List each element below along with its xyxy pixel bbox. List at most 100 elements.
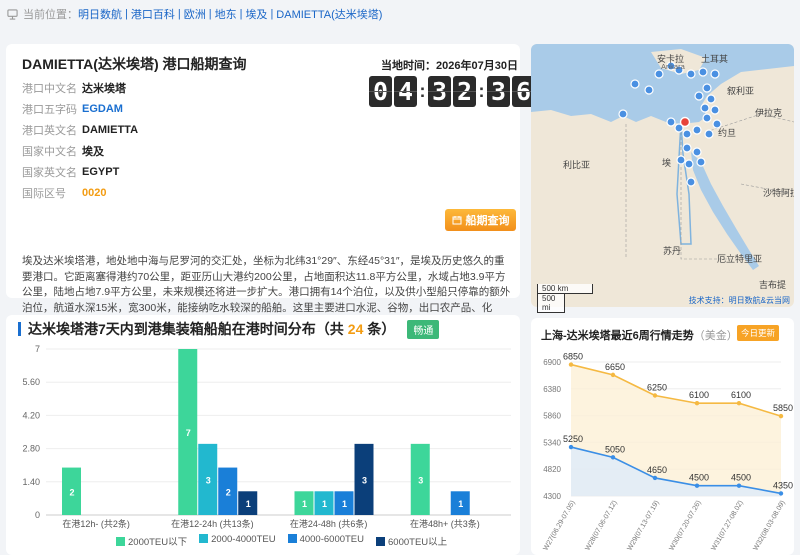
x-tick-label: W28(07.06-07.12)	[584, 500, 618, 552]
data-point	[568, 362, 574, 367]
field-cn-name: 港口中文名 达米埃塔	[22, 83, 126, 95]
y-tick-label: 1.40	[22, 477, 40, 487]
data-point	[694, 483, 700, 488]
data-point	[610, 455, 616, 460]
bar-value-label: 3	[418, 475, 423, 485]
breadcrumb-home[interactable]: 明日数航	[78, 6, 122, 22]
y-tick-label: 2.80	[22, 444, 40, 454]
x-tick-label: 在港48h+ (共3条)	[410, 518, 480, 529]
bar-value-label: 7	[186, 428, 191, 438]
data-point	[694, 401, 700, 406]
x-tick-label: W32(08.03-08.09)	[752, 500, 786, 552]
x-tick-label: W30(07.20-07.26)	[668, 500, 702, 552]
bar-value-label: 3	[206, 475, 211, 485]
data-label: 4500	[689, 473, 709, 483]
data-point	[568, 444, 574, 450]
bar-value-label: 1	[322, 499, 327, 509]
map-label: 埃	[662, 158, 672, 168]
map-label: 厄立特里亚	[717, 254, 763, 264]
bar-value-label: 1	[458, 499, 463, 509]
x-tick-label: W31(07.27-08.02)	[710, 500, 744, 552]
chart-legend: 2000TEU以下 2000-4000TEU 4000-6000TEU 6000…	[116, 534, 447, 548]
schedule-query-button[interactable]: 船期查询	[445, 209, 516, 231]
breadcrumb-europe[interactable]: 欧洲	[184, 6, 206, 22]
data-point	[736, 483, 742, 488]
bar-value-label: 2	[69, 487, 74, 497]
data-label: 5850	[773, 403, 793, 413]
x-tick-label: 在港12-24h (共13条)	[171, 518, 254, 529]
legend-item[interactable]: 6000TEU以上	[376, 534, 447, 548]
bar-value-label: 2	[226, 487, 231, 497]
location-icon	[7, 8, 18, 20]
bar-value-label: 1	[302, 499, 307, 509]
x-tick-label: W29(07.13-07.19)	[626, 500, 660, 552]
breadcrumb-current[interactable]: DAMIETTA(达米埃塔)	[276, 6, 382, 22]
map-label: 利比亚	[563, 160, 591, 170]
local-clock: 0 4 : 3 2 : 3 6	[368, 76, 536, 107]
map-canvas[interactable]	[531, 44, 794, 307]
map-label: 土耳其	[701, 54, 729, 64]
x-tick-label: 在港24-48h (共6条)	[290, 518, 368, 529]
field-port-code: 港口五字码 EGDAM	[22, 103, 123, 116]
map-scale-mi: 500 mi	[537, 294, 565, 313]
map-credit: 技术支持：明日数航&云当网	[688, 296, 790, 305]
legend-item[interactable]: 2000-4000TEU	[199, 534, 276, 548]
port-marker-damietta[interactable]	[679, 116, 691, 128]
clock-digit: 0	[369, 76, 392, 107]
trend-chart: 4300 4820 5340 5860 6380 69006850 6650 6250 6100…	[542, 352, 793, 552]
clock-digit: 2	[453, 76, 476, 107]
data-point	[610, 372, 616, 378]
y-tick-label: 4820	[543, 465, 561, 474]
map-label: 吉布提	[759, 280, 787, 290]
data-point	[778, 413, 784, 419]
clock-digit: 3	[487, 76, 510, 107]
y-tick-label: 4300	[543, 492, 561, 501]
data-label: 5250	[563, 434, 583, 444]
map-label: 苏丹	[663, 246, 682, 256]
data-label: 6100	[731, 390, 751, 400]
rate-trend-card: 上海-达米埃塔最近6周行情走势（美金） 今日更新 4300 4820 5340 586…	[531, 318, 794, 555]
data-label: 6850	[563, 352, 583, 362]
bar-chart: 0 1.40 2.80 4.20 5.60 7 2 在港12h- (共2条) 7 3 2 1 在港12-…	[22, 344, 511, 529]
field-dial-code: 国际区号 0020	[22, 187, 107, 200]
clock-digit: 4	[394, 76, 417, 107]
bar-value-label: 3	[362, 475, 367, 485]
data-label: 5050	[605, 444, 625, 454]
berth-time-chart-card: 达米埃塔港7天内到港集装箱船舶在港时间分布（共 24 条） 畅通 0 1.40 2.…	[6, 315, 520, 555]
y-tick-label: 5860	[543, 412, 561, 421]
clock-digit: 3	[428, 76, 451, 107]
breadcrumb-prefix: 当前位置：	[23, 9, 78, 21]
legend-item[interactable]: 2000TEU以下	[116, 534, 187, 548]
field-country-cn: 国家中文名 埃及	[22, 146, 104, 158]
page-title: DAMIETTA(达米埃塔) 港口船期查询	[22, 56, 247, 72]
bar-value-label: 1	[246, 499, 251, 509]
y-tick-label: 0	[35, 510, 40, 520]
data-label: 6100	[689, 390, 709, 400]
map-label: 沙特阿拉	[763, 188, 794, 198]
data-point	[652, 393, 658, 398]
map-label: 约旦	[718, 128, 737, 138]
field-en-name: 港口英文名 DAMIETTA	[22, 124, 139, 137]
y-tick-label: 6380	[543, 385, 561, 394]
data-label: 4500	[731, 473, 751, 483]
calendar-icon	[452, 216, 461, 225]
breadcrumb-region[interactable]: 地东	[215, 6, 237, 22]
map-label: 叙利亚	[727, 86, 755, 96]
x-tick-label: 在港12h- (共2条)	[62, 518, 130, 529]
port-map[interactable]: 土耳其 Ankara 安卡拉 叙利亚 伊拉克 约旦 利比亚 埃 沙特阿拉 苏丹 …	[531, 44, 794, 307]
breadcrumb-egypt[interactable]: 埃及	[245, 6, 267, 22]
y-tick-label: 5340	[543, 438, 561, 447]
data-point	[778, 491, 784, 496]
field-country-en: 国家英文名 EGYPT	[22, 166, 120, 179]
legend-item[interactable]: 4000-6000TEU	[287, 534, 364, 548]
data-label: 6650	[605, 362, 625, 372]
breadcrumb-port-wiki[interactable]: 港口百科	[131, 6, 175, 22]
y-tick-label: 5.60	[22, 377, 40, 387]
map-label: 安卡拉	[657, 54, 685, 64]
data-label: 6250	[647, 383, 667, 393]
breadcrumb: 当前位置： 明日数航 | 港口百科 | 欧洲 | 地东 | 埃及 | DAMIETTA(达…	[0, 0, 800, 28]
data-label: 4350	[773, 480, 793, 490]
map-scale-km: 500 km	[537, 284, 593, 294]
map-label: 伊拉克	[755, 108, 783, 118]
bar-value-label: 1	[342, 499, 347, 509]
